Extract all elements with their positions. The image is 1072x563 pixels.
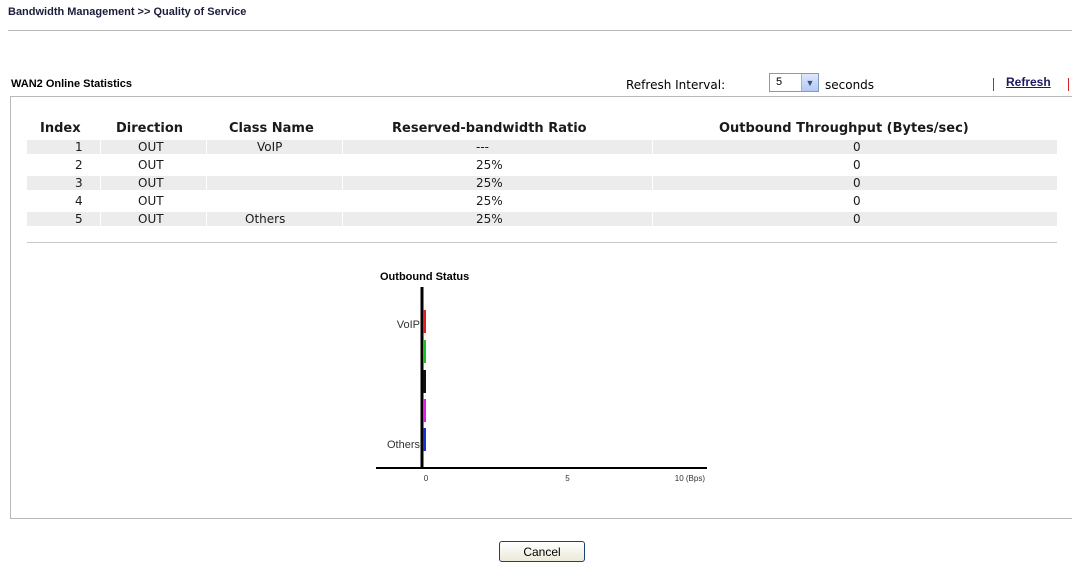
seconds-label: seconds	[825, 78, 875, 92]
table-row: 5 OUT Others 25% 0	[27, 212, 1057, 226]
table-row: 1 OUT VoIP --- 0	[27, 140, 1057, 154]
divider	[27, 242, 1057, 243]
tick-label: 5	[565, 474, 570, 483]
cancel-button[interactable]: Cancel	[499, 541, 585, 562]
category-label: Others	[387, 439, 421, 451]
divider	[8, 30, 1072, 31]
cell-ratio: 25%	[476, 194, 503, 208]
panel-title: WAN2 Online Statistics	[11, 78, 133, 90]
cell-direction: OUT	[138, 140, 164, 154]
cell-direction: OUT	[138, 176, 164, 190]
table-row: 2 OUT 25% 0	[27, 158, 1057, 172]
category-label: VoIP	[397, 319, 420, 331]
link-separator	[1068, 78, 1069, 91]
header-outbound-throughput: Outbound Throughput (Bytes/sec)	[719, 121, 969, 136]
cell-throughput: 0	[853, 140, 861, 154]
cell-index: 2	[75, 158, 83, 172]
table-row: 4 OUT 25% 0	[27, 194, 1057, 208]
cell-ratio: 25%	[476, 176, 503, 190]
cell-index: 1	[75, 140, 83, 154]
cell-direction: OUT	[138, 194, 164, 208]
cell-class-name: Others	[245, 212, 286, 226]
chart-bar	[423, 370, 426, 393]
chevron-down-icon[interactable]: ▼	[801, 74, 818, 91]
cell-direction: OUT	[138, 212, 164, 226]
refresh-interval-select[interactable]: 5 ▼	[769, 73, 819, 92]
chart-title: Outbound Status	[380, 271, 470, 283]
table-row: 3 OUT 25% 0	[27, 176, 1057, 190]
refresh-interval-value: 5	[776, 76, 783, 88]
tick-label: 10 (Bps)	[675, 474, 706, 483]
cell-class-name: VoIP	[257, 140, 283, 154]
tick-label: 0	[424, 474, 429, 483]
cell-index: 5	[75, 212, 83, 226]
cell-throughput: 0	[853, 158, 861, 172]
link-separator	[993, 78, 994, 91]
refresh-interval-label: Refresh Interval:	[626, 78, 726, 92]
header-class-name: Class Name	[229, 121, 314, 136]
cell-ratio: 25%	[476, 158, 503, 172]
chart-bar	[423, 428, 426, 451]
cell-throughput: 0	[853, 212, 861, 226]
header-reserved-ratio: Reserved-bandwidth Ratio	[392, 121, 587, 136]
cell-index: 4	[75, 194, 83, 208]
cell-direction: OUT	[138, 158, 164, 172]
cell-index: 3	[75, 176, 83, 190]
refresh-link[interactable]: Refresh	[1006, 75, 1051, 89]
chart-bar	[423, 310, 426, 333]
cell-throughput: 0	[853, 194, 861, 208]
cell-throughput: 0	[853, 176, 861, 190]
outbound-status-chart: VoIP Others 0 5 10 (Bps)	[376, 287, 707, 483]
header-index: Index	[40, 121, 81, 136]
chart-bar	[423, 399, 426, 422]
chart-bar	[423, 340, 426, 363]
cell-ratio: 25%	[476, 212, 503, 226]
cell-ratio: ---	[476, 140, 489, 154]
header-direction: Direction	[116, 121, 184, 136]
breadcrumb: Bandwidth Management >> Quality of Servi…	[8, 6, 247, 18]
